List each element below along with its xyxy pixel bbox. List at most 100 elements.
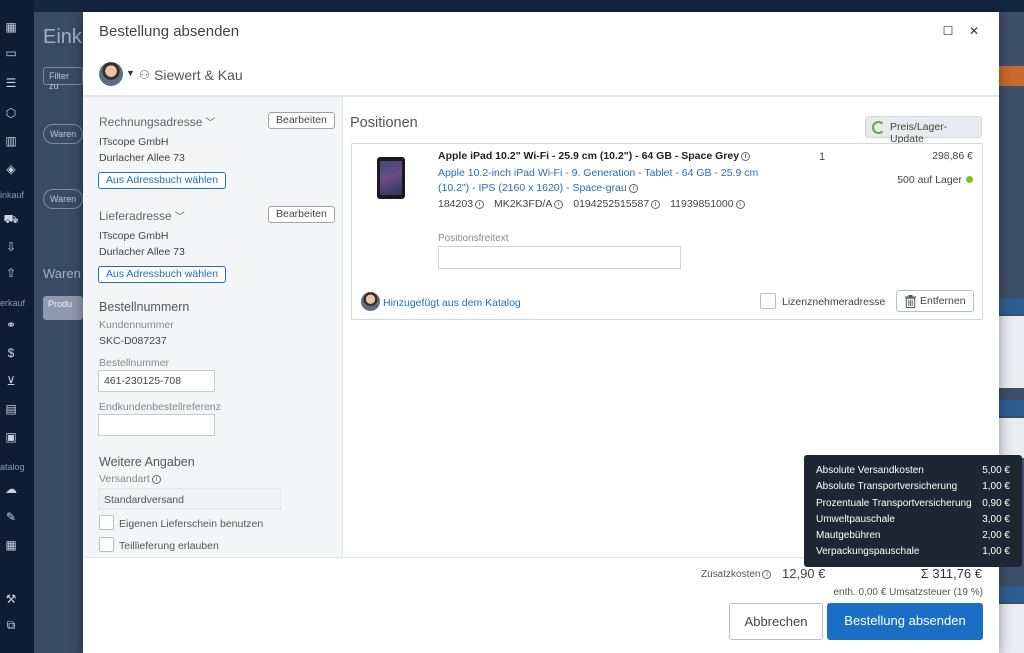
order-total: Σ 311,76 €	[920, 566, 982, 581]
price-stock-update-label: Preis/Lager-Update	[890, 121, 948, 145]
delivery-company: ITscope GmbH	[99, 230, 169, 242]
billing-address-toggle[interactable]: Rechnungsadresse ﹀	[99, 114, 215, 129]
licensee-address-checkbox[interactable]	[760, 293, 776, 309]
edit-icon[interactable]: ✎	[3, 510, 19, 524]
partial-delivery-label: Teillieferung erlauben	[119, 540, 219, 552]
submit-order-button[interactable]: Bestellung absenden	[827, 603, 983, 640]
cancel-button[interactable]: Abbrechen	[729, 603, 823, 640]
avatar	[99, 62, 123, 86]
info-icon[interactable]: i	[475, 200, 485, 209]
catalog-icon[interactable]: ▦	[3, 538, 19, 552]
remove-position-button[interactable]: Entfernen	[896, 290, 974, 312]
extra-costs-tooltip: Absolute Versandkosten 5,00 € Absolute Tr…	[804, 455, 1022, 567]
tray-icon[interactable]: ⊻	[3, 374, 19, 388]
handshake-icon[interactable]: ⚭	[3, 318, 19, 332]
box-icon[interactable]: ⬡	[3, 106, 19, 120]
background-chip[interactable]: Waren	[43, 124, 83, 144]
chart-icon[interactable]: ▥	[3, 134, 19, 148]
sidebar-label-verkauf: erkauf	[0, 298, 26, 308]
caret-down-icon[interactable]: ▼	[126, 68, 135, 78]
end-customer-ref-input[interactable]	[98, 414, 215, 436]
added-from-catalog-link[interactable]: Hinzugefügt aus dem Katalog	[383, 297, 521, 309]
background-chip[interactable]: Waren	[43, 189, 83, 209]
supplier-name: Siewert & Kau	[154, 67, 243, 83]
product-description[interactable]: Apple 10.2-inch iPad Wi-Fi - 9. Generati…	[438, 167, 758, 194]
copy-icon[interactable]: ⧉	[3, 618, 19, 632]
order-details-panel: Rechnungsadresse ﹀ Bearbeiten ITscope Gmb…	[83, 97, 343, 557]
sidebar-label-einkauf: inkauf	[0, 190, 25, 200]
inbox-icon[interactable]: ⇩	[3, 240, 19, 254]
shipping-type-label-row: Versandart i	[99, 473, 161, 485]
cart-icon[interactable]: ⛟	[3, 212, 19, 226]
product-name-row: Apple iPad 10.2" Wi-Fi - 25.9 cm (10.2")…	[438, 150, 751, 162]
trash-icon	[905, 295, 916, 308]
diamond-icon[interactable]: ◈	[3, 162, 19, 176]
own-delivery-note-label: Eigenen Lieferschein benutzen	[119, 518, 264, 530]
monitor-icon[interactable]: ▭	[3, 46, 19, 60]
own-delivery-note-checkbox[interactable]	[99, 515, 114, 530]
background-panel	[998, 604, 1024, 653]
grid-icon[interactable]: ▦	[3, 20, 19, 34]
avatar	[361, 292, 380, 311]
sidebar-label-katalog: atalog	[0, 462, 25, 472]
edit-delivery-button[interactable]: Bearbeiten	[268, 206, 335, 223]
info-icon[interactable]: i	[151, 475, 161, 484]
extra-costs-value: 12,90 €	[782, 566, 826, 581]
background-product-button[interactable]: Produ	[43, 296, 83, 320]
order-numbers-heading: Bestellnummern	[99, 300, 190, 314]
background-panel	[998, 316, 1024, 388]
shipping-type-label: Versandart	[99, 473, 150, 485]
cloud-icon[interactable]: ☁	[3, 482, 19, 496]
price-stock-update-button[interactable]: Preis/Lager-Update	[865, 116, 982, 145]
background-filter[interactable]: Filter zu	[43, 67, 83, 91]
delivery-address-toggle[interactable]: Lieferadresse ﹀	[99, 208, 185, 223]
info-icon[interactable]: i	[762, 570, 772, 579]
archive-icon[interactable]: ▣	[3, 430, 19, 444]
shipping-type-field[interactable]: Standardversand	[98, 488, 281, 510]
background-orange-tab[interactable]	[998, 66, 1024, 86]
customer-number: SKC-D087237	[99, 335, 167, 347]
close-icon[interactable]: ✕	[967, 24, 981, 38]
info-icon[interactable]: i	[741, 152, 751, 161]
delivery-addressbook-button[interactable]: Aus Adressbuch wählen	[98, 266, 227, 283]
product-name[interactable]: Apple iPad 10.2" Wi-Fi - 25.9 cm (10.2")…	[438, 150, 739, 162]
partial-delivery-checkbox[interactable]	[99, 537, 114, 552]
remove-label: Entfernen	[920, 295, 966, 307]
user-icon: ⚇	[139, 68, 150, 82]
maximize-icon[interactable]: ☐	[941, 24, 955, 38]
background-section-label: Waren	[43, 266, 81, 281]
edit-billing-button[interactable]: Bearbeiten	[268, 112, 335, 129]
position-item: Apple iPad 10.2" Wi-Fi - 25.9 cm (10.2")…	[351, 143, 983, 320]
licensee-address-label: Lizenznehmeradresse	[782, 296, 886, 308]
background-blue-tag	[998, 586, 1024, 602]
order-number-input[interactable]	[98, 370, 215, 392]
supplier-selector[interactable]: ▼ ⚇ Siewert & Kau	[99, 62, 399, 88]
moneybag-icon[interactable]: $	[3, 346, 19, 360]
order-number-label: Bestellnummer	[99, 357, 170, 369]
refresh-icon	[872, 121, 885, 134]
cost-row: Absolute Transportversicherung 1,00 €	[816, 481, 1010, 493]
info-icon[interactable]: i	[554, 200, 564, 209]
billing-address-label: Rechnungsadresse	[99, 115, 203, 129]
end-customer-ref-label: Endkundenbestellreferenz	[99, 401, 222, 413]
cost-row: Verpackungspauschale 1,00 €	[816, 546, 1010, 558]
product-code: 184203 i	[438, 198, 485, 210]
modal-header: Bestellung absenden ☐ ✕	[83, 12, 999, 52]
billing-company: ITscope GmbH	[99, 136, 169, 148]
info-icon[interactable]: i	[628, 184, 638, 193]
upload-icon[interactable]: ⇧	[3, 266, 19, 280]
billing-addressbook-button[interactable]: Aus Adressbuch wählen	[98, 172, 227, 189]
stock-status: 500 auf Lager	[897, 174, 973, 186]
info-icon[interactable]: i	[651, 200, 661, 209]
position-freetext-input[interactable]	[438, 246, 681, 269]
cost-row: Absolute Versandkosten 5,00 €	[816, 465, 1010, 476]
cost-row: Mautgebühren 2,00 €	[816, 530, 1010, 542]
list-icon[interactable]: ☰	[3, 76, 19, 90]
calculator-icon[interactable]: ▤	[3, 402, 19, 416]
quantity[interactable]: 1	[819, 151, 825, 163]
background-blue-tag	[998, 400, 1024, 416]
info-icon[interactable]: i	[735, 200, 745, 209]
wrench-icon[interactable]: ⚒	[3, 592, 19, 606]
background-blue-tag	[998, 298, 1024, 314]
stock-text: 500 auf Lager	[897, 174, 962, 186]
